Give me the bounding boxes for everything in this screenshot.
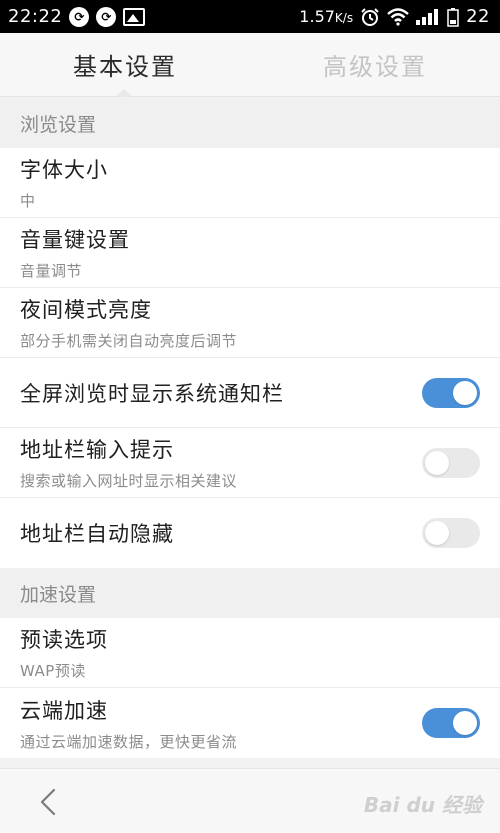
row-text: 音量键设置 音量调节 — [20, 224, 130, 281]
bottom-navigation-bar: Bai du 经验 — [0, 768, 500, 833]
section-header-speed: 加速设置 — [0, 568, 500, 618]
setting-preread[interactable]: 预读选项 WAP预读 — [0, 618, 500, 688]
tab-basic-settings[interactable]: 基本设置 — [0, 33, 250, 96]
row-subtitle: 搜索或输入网址时显示相关建议 — [20, 472, 238, 490]
setting-font-size[interactable]: 字体大小 中 — [0, 148, 500, 218]
row-text: 地址栏输入提示 搜索或输入网址时显示相关建议 — [20, 434, 237, 491]
image-icon — [123, 7, 146, 26]
network-speed: 1.57K/s — [299, 7, 353, 26]
watermark-logo: Bai du 经验 — [363, 793, 482, 817]
network-speed-value: 1.57 — [299, 7, 335, 26]
row-title: 音量键设置 — [20, 228, 130, 252]
section-title: 浏览设置 — [20, 113, 97, 136]
section-header-browse: 浏览设置 — [0, 98, 500, 148]
toggle-knob — [453, 380, 477, 405]
address-bar-autohide-toggle[interactable] — [422, 518, 480, 548]
status-right: 1.57K/s 22 — [299, 6, 490, 27]
status-right-number: 22 — [466, 6, 490, 27]
wifi-icon — [387, 7, 409, 26]
alarm-icon — [360, 7, 380, 27]
sync-icon: ⟳ — [69, 6, 90, 27]
row-text: 字体大小 中 — [20, 154, 108, 211]
chevron-left-icon — [40, 788, 56, 816]
setting-address-bar-autohide: 地址栏自动隐藏 — [0, 498, 500, 568]
toggle-knob — [425, 521, 449, 545]
setting-cloud-acceleration: 云端加速 通过云端加速数据，更快更省流 — [0, 688, 500, 758]
toggle-knob — [425, 450, 449, 475]
row-subtitle: WAP预读 — [20, 662, 86, 680]
tab-header: 基本设置 高级设置 — [0, 33, 500, 97]
setting-fullscreen-notification: 全屏浏览时显示系统通知栏 — [0, 358, 500, 428]
row-text: 地址栏自动隐藏 — [20, 518, 174, 548]
section-title: 加速设置 — [20, 583, 97, 606]
network-speed-unit: K/s — [334, 11, 354, 25]
fullscreen-notification-toggle[interactable] — [422, 377, 480, 408]
row-title: 地址栏自动隐藏 — [20, 522, 174, 546]
battery-icon — [447, 7, 459, 27]
row-title: 夜间模式亮度 — [20, 298, 152, 322]
back-button[interactable] — [34, 787, 64, 817]
status-left: 22:22 ⟳ ⟳ — [8, 6, 146, 27]
row-title: 地址栏输入提示 — [20, 438, 174, 462]
row-title: 字体大小 — [20, 158, 108, 182]
tab-advanced-settings[interactable]: 高级设置 — [250, 33, 500, 96]
toggle-knob — [453, 711, 477, 735]
row-subtitle: 音量调节 — [20, 262, 83, 280]
status-time: 22:22 — [8, 6, 63, 27]
setting-volume-key[interactable]: 音量键设置 音量调节 — [0, 218, 500, 288]
status-bar: 22:22 ⟳ ⟳ 1.57K/s 22 — [0, 0, 500, 33]
setting-address-bar-hint: 地址栏输入提示 搜索或输入网址时显示相关建议 — [0, 428, 500, 498]
row-subtitle: 部分手机需关闭自动亮度后调节 — [20, 332, 238, 350]
setting-night-brightness[interactable]: 夜间模式亮度 部分手机需关闭自动亮度后调节 — [0, 288, 500, 358]
row-text: 预读选项 WAP预读 — [20, 624, 108, 681]
row-title: 云端加速 — [20, 698, 108, 723]
row-text: 全屏浏览时显示系统通知栏 — [20, 378, 284, 408]
row-text: 云端加速 通过云端加速数据，更快更省流 — [20, 695, 237, 752]
cloud-acceleration-toggle[interactable] — [422, 708, 480, 738]
address-bar-hint-toggle[interactable] — [422, 447, 480, 478]
row-text: 夜间模式亮度 部分手机需关闭自动亮度后调节 — [20, 294, 237, 351]
row-subtitle: 中 — [20, 192, 36, 210]
row-subtitle: 通过云端加速数据，更快更省流 — [20, 732, 238, 751]
tab-pointer-indicator — [116, 89, 132, 97]
row-title: 预读选项 — [20, 628, 108, 652]
sync-icon: ⟳ — [96, 6, 117, 27]
row-title: 全屏浏览时显示系统通知栏 — [20, 381, 284, 406]
signal-icon — [416, 8, 440, 25]
